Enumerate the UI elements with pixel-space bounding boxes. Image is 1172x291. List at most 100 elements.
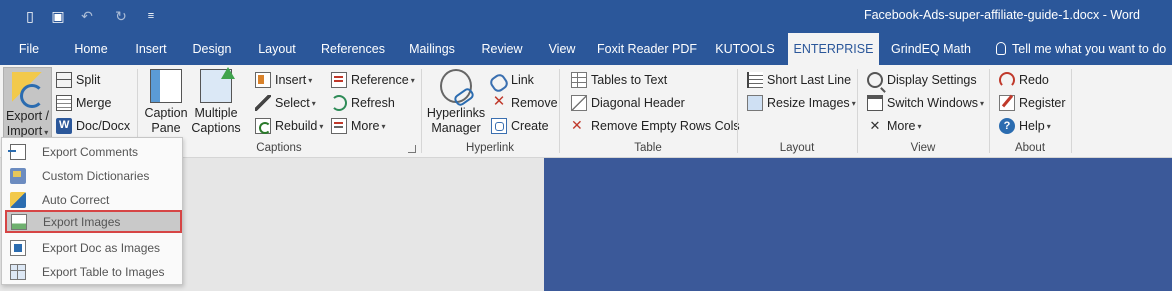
view-more-button[interactable]: ✕ More ▾ bbox=[867, 115, 922, 137]
remove-empty-rows-cols-button[interactable]: ✕ Remove Empty Rows Cols bbox=[571, 115, 740, 137]
remove-hyperlink-button[interactable]: ✕ Remove bbox=[491, 92, 558, 114]
reference-icon bbox=[331, 72, 347, 88]
more-captions-button[interactable]: More ▾ bbox=[331, 115, 386, 137]
tab-layout[interactable]: Layout bbox=[250, 33, 304, 65]
group-separator bbox=[737, 69, 738, 153]
undo-icon[interactable]: ↶ bbox=[78, 7, 96, 25]
multiple-captions-label: Multiple bbox=[194, 106, 238, 120]
export-import-button[interactable]: Export / Import ▾ bbox=[3, 67, 52, 138]
more-label: More bbox=[351, 119, 380, 133]
register-button[interactable]: Register bbox=[999, 92, 1066, 114]
short-last-line-button[interactable]: Short Last Line bbox=[747, 69, 851, 91]
help-icon: ? bbox=[999, 118, 1015, 134]
tab-enterprise[interactable]: ENTERPRISE bbox=[788, 33, 879, 65]
caption-pane-button[interactable]: Caption Pane bbox=[142, 69, 190, 136]
multiple-captions-icon bbox=[200, 67, 235, 103]
table-image-icon bbox=[10, 263, 26, 280]
doc-docx-button[interactable]: Doc/Docx bbox=[56, 115, 130, 137]
tab-file[interactable]: File bbox=[10, 33, 48, 65]
merge-icon bbox=[56, 95, 72, 111]
register-icon bbox=[999, 95, 1015, 111]
help-button[interactable]: ? Help ▾ bbox=[999, 115, 1051, 137]
captions-dialog-launcher-icon[interactable] bbox=[408, 145, 416, 153]
diagonal-header-icon bbox=[571, 95, 587, 111]
chevron-down-icon: ▾ bbox=[917, 121, 922, 131]
insert-caption-icon bbox=[255, 72, 271, 88]
link-label: Link bbox=[511, 73, 534, 87]
select-caption-button[interactable]: Select ▾ bbox=[255, 92, 316, 114]
group-separator bbox=[421, 69, 422, 153]
refresh-button[interactable]: Refresh bbox=[331, 92, 395, 114]
remove-label: Remove bbox=[511, 96, 558, 110]
export-import-icon bbox=[12, 72, 44, 108]
auto-correct-icon bbox=[10, 191, 26, 208]
new-document-icon[interactable]: ▯ bbox=[21, 7, 39, 25]
save-icon[interactable]: ▣ bbox=[49, 7, 67, 25]
tab-references[interactable]: References bbox=[316, 33, 390, 65]
tell-me-search[interactable]: Tell me what you want to do bbox=[996, 33, 1166, 65]
hyperlinks-manager-button[interactable]: Hyperlinks Manager bbox=[425, 69, 487, 136]
chevron-down-icon: ▾ bbox=[319, 121, 324, 131]
merge-label: Merge bbox=[76, 96, 112, 110]
diagonal-header-label: Diagonal Header bbox=[591, 96, 685, 110]
title-bar: ▯ ▣ ↶ ↻ ≡ Facebook-Ads-super-affiliate-g… bbox=[0, 0, 1172, 33]
customize-quick-access-icon[interactable]: ≡ bbox=[142, 7, 160, 25]
menu-item-export-table-to-images[interactable]: Export Table to Images bbox=[6, 260, 180, 283]
tab-review[interactable]: Review bbox=[474, 33, 530, 65]
tab-foxit-reader-pdf[interactable]: Foxit Reader PDF bbox=[594, 33, 700, 65]
caption-pane-label-2: Pane bbox=[151, 121, 181, 135]
link-icon bbox=[487, 71, 511, 95]
merge-button[interactable]: Merge bbox=[56, 92, 111, 114]
create-hyperlink-button[interactable]: Create bbox=[491, 115, 549, 137]
group-label-layout: Layout bbox=[779, 142, 815, 154]
group-separator bbox=[857, 69, 858, 153]
multiple-captions-button[interactable]: Multiple Captions bbox=[191, 67, 241, 136]
redo-icon[interactable]: ↻ bbox=[112, 7, 130, 25]
menu-item-export-comments[interactable]: Export Comments bbox=[6, 140, 180, 163]
menu-item-auto-correct[interactable]: Auto Correct bbox=[6, 188, 180, 211]
redo-button[interactable]: Redo bbox=[999, 69, 1049, 91]
tab-grindeq-math[interactable]: GrindEQ Math bbox=[886, 33, 976, 65]
lightbulb-icon bbox=[996, 42, 1006, 55]
switch-windows-button[interactable]: Switch Windows ▾ bbox=[867, 92, 984, 114]
resize-images-label: Resize Images bbox=[767, 96, 850, 110]
split-button[interactable]: Split bbox=[56, 69, 100, 91]
remove-empty-rows-label: Remove Empty Rows Cols bbox=[591, 119, 740, 133]
caption-pane-icon bbox=[150, 69, 182, 103]
tab-design[interactable]: Design bbox=[186, 33, 238, 65]
tab-view[interactable]: View bbox=[542, 33, 582, 65]
reference-button[interactable]: Reference ▾ bbox=[331, 69, 415, 91]
caption-pane-label: Caption bbox=[144, 106, 188, 120]
menu-item-export-images[interactable]: Export Images bbox=[5, 210, 182, 233]
chevron-down-icon: ▾ bbox=[381, 121, 386, 131]
diagonal-header-button[interactable]: Diagonal Header bbox=[571, 92, 685, 114]
search-icon bbox=[867, 72, 883, 88]
ribbon-tabs: File Home Insert Design Layout Reference… bbox=[0, 33, 1172, 65]
menu-item-export-doc-as-images[interactable]: Export Doc as Images bbox=[6, 236, 180, 259]
menu-item-label: Export Table to Images bbox=[42, 264, 165, 279]
remove-icon: ✕ bbox=[492, 93, 506, 110]
menu-item-custom-dictionaries[interactable]: Custom Dictionaries bbox=[6, 164, 180, 187]
resize-images-button[interactable]: Resize Images ▾ bbox=[747, 92, 856, 114]
rebuild-caption-button[interactable]: Rebuild ▾ bbox=[255, 115, 323, 137]
tab-home[interactable]: Home bbox=[66, 33, 116, 65]
switch-windows-icon bbox=[867, 95, 883, 111]
tab-insert[interactable]: Insert bbox=[128, 33, 174, 65]
hyperlinks-manager-label: Hyperlinks bbox=[426, 106, 486, 120]
create-icon bbox=[491, 118, 507, 134]
document-area[interactable] bbox=[544, 158, 1172, 291]
split-icon bbox=[56, 72, 72, 88]
remove-rows-icon: ✕ bbox=[571, 117, 583, 133]
group-label-about: About bbox=[1014, 142, 1046, 154]
redo-icon bbox=[999, 72, 1015, 88]
group-label-hyperlink: Hyperlink bbox=[466, 142, 514, 154]
link-button[interactable]: Link bbox=[487, 69, 534, 95]
tab-kutools[interactable]: KUTOOLS bbox=[712, 33, 778, 65]
refresh-label: Refresh bbox=[351, 96, 395, 110]
tab-mailings[interactable]: Mailings bbox=[402, 33, 462, 65]
insert-caption-button[interactable]: Insert ▾ bbox=[255, 69, 312, 91]
tables-to-text-button[interactable]: Tables to Text bbox=[571, 69, 667, 91]
menu-item-label: Export Comments bbox=[42, 144, 139, 159]
tables-to-text-label: Tables to Text bbox=[591, 73, 668, 87]
display-settings-button[interactable]: Display Settings bbox=[867, 69, 977, 91]
